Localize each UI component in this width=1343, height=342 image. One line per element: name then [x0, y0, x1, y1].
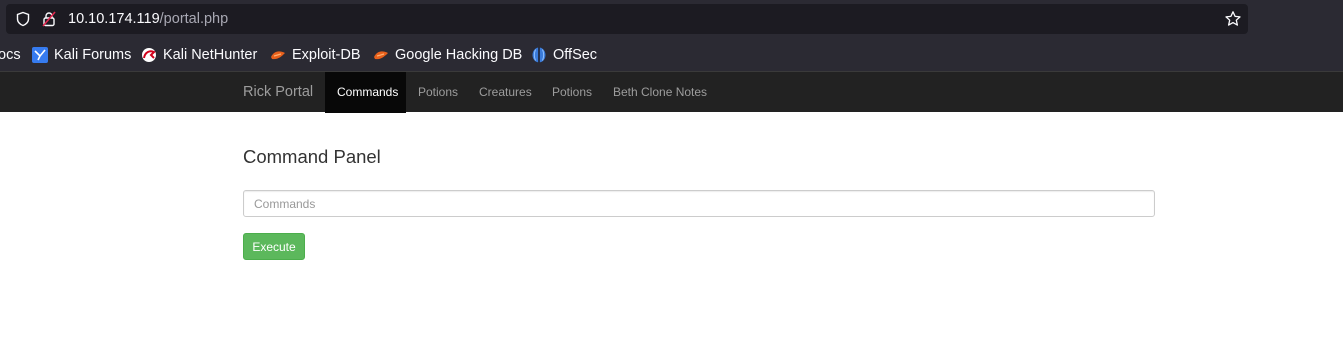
bookmark-label: Google Hacking DB	[395, 47, 523, 63]
nav-item-beth-clone-notes[interactable]: Beth Clone Notes	[601, 72, 719, 113]
bookmark-label: Kali Forums	[54, 47, 132, 63]
shield-icon[interactable]	[15, 11, 31, 27]
navbar-brand[interactable]: Rick Portal	[243, 72, 313, 113]
kali-nethunter-icon	[142, 48, 156, 62]
web-page: Rick Portal Commands Potions Creatures P…	[0, 71, 1343, 342]
bookmarks-toolbar: ocs Kali Forums Kali NetHunter Exploit-D…	[0, 44, 1343, 66]
url-host: 10.10.174.119	[68, 11, 160, 27]
offsec-icon	[532, 47, 546, 63]
execute-button[interactable]: Execute	[243, 233, 305, 260]
nav-item-commands[interactable]: Commands	[325, 72, 406, 113]
bookmark-offsec[interactable]: OffSec	[531, 44, 597, 66]
bookmark-kali-forums[interactable]: Kali Forums	[32, 44, 131, 66]
insecure-lock-icon[interactable]	[41, 11, 57, 27]
exploit-db-icon	[271, 51, 285, 60]
bookmark-label: Exploit-DB	[292, 47, 361, 63]
bookmark-google-hacking-db[interactable]: Google Hacking DB	[373, 44, 522, 66]
bookmark-kali-nethunter[interactable]: Kali NetHunter	[141, 44, 257, 66]
bookmark-exploit-db[interactable]: Exploit-DB	[270, 44, 361, 66]
exploit-db-icon	[374, 51, 388, 60]
bookmark-label: OffSec	[553, 47, 598, 63]
bookmark-label: Kali NetHunter	[163, 47, 258, 63]
page-title: Command Panel	[243, 146, 381, 167]
url-path: /portal.php	[159, 11, 229, 27]
commands-input[interactable]	[243, 190, 1155, 217]
bookmark-docs[interactable]: ocs	[0, 44, 21, 66]
navbar: Rick Portal Commands Potions Creatures P…	[0, 71, 1343, 113]
nav-item-creatures[interactable]: Creatures	[467, 72, 544, 113]
browser-chrome: 10.10.174.119/portal.php ocs Kali Forums…	[0, 0, 1343, 71]
nav-item-potions[interactable]: Potions	[406, 72, 470, 113]
bookmark-label: ocs	[0, 47, 21, 63]
url-bar[interactable]: 10.10.174.119/portal.php	[6, 4, 1248, 34]
bookmark-star-icon[interactable]	[1224, 10, 1242, 28]
url-text[interactable]: 10.10.174.119/portal.php	[68, 11, 228, 27]
kali-forums-icon	[32, 47, 48, 63]
nav-item-potions-2[interactable]: Potions	[540, 72, 604, 113]
